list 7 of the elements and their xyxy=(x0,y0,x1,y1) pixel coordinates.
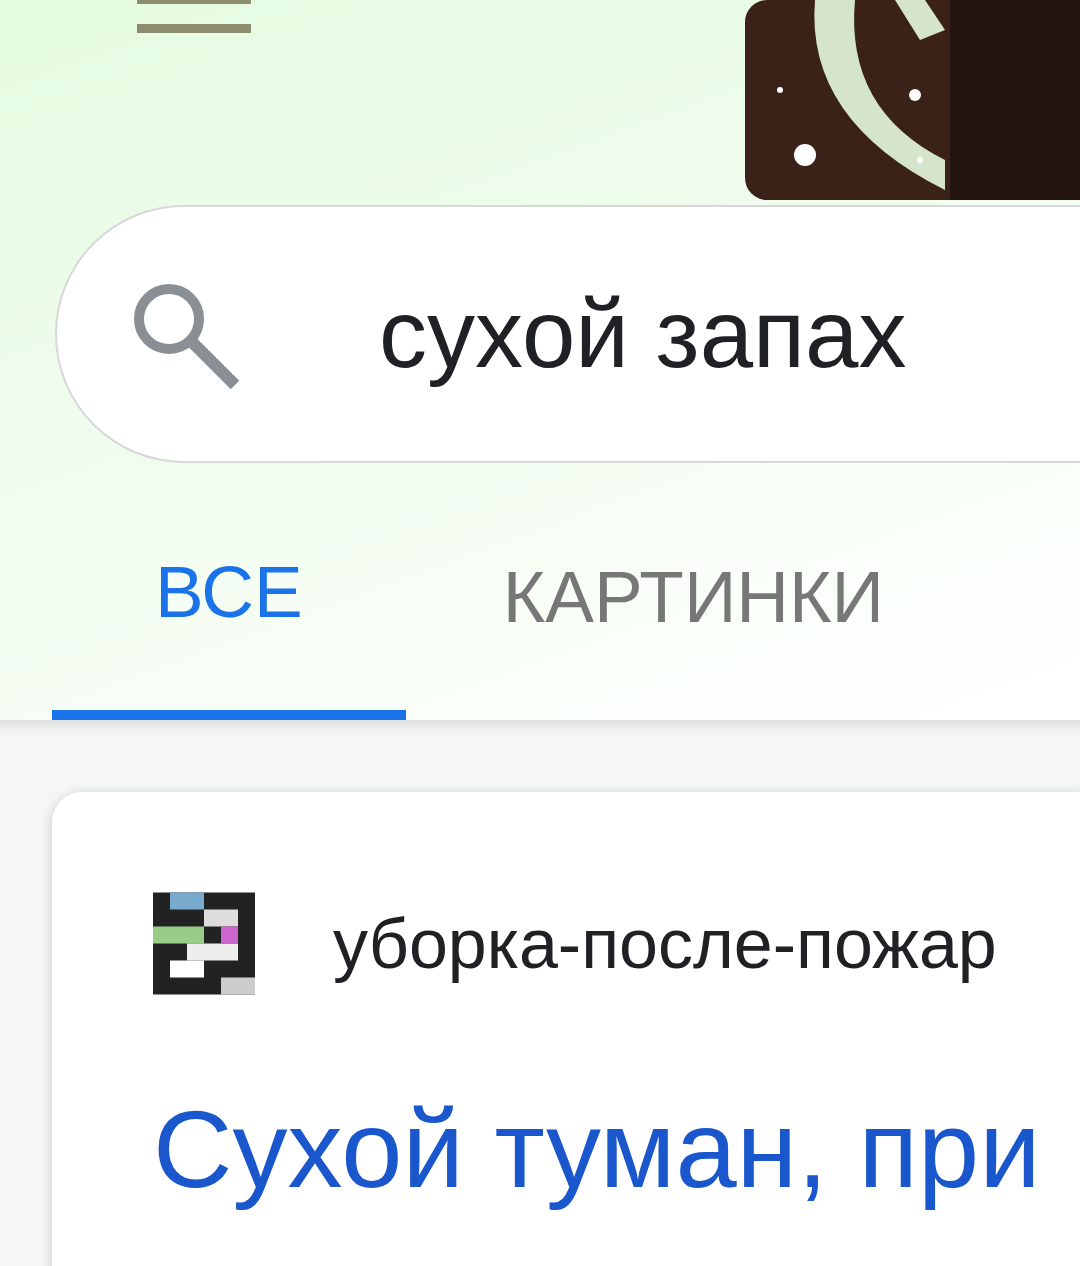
search-field[interactable]: сухой запах xyxy=(55,205,1080,463)
site-icon xyxy=(153,892,255,995)
site-url: уборка-после-пожар xyxy=(333,903,997,984)
search-input[interactable]: сухой запах xyxy=(379,279,1079,389)
tab[interactable]: КАРТИНКИ xyxy=(405,463,885,720)
menu-icon[interactable] xyxy=(137,0,251,33)
result-title[interactable]: Сухой туман, при xyxy=(153,1085,1080,1212)
